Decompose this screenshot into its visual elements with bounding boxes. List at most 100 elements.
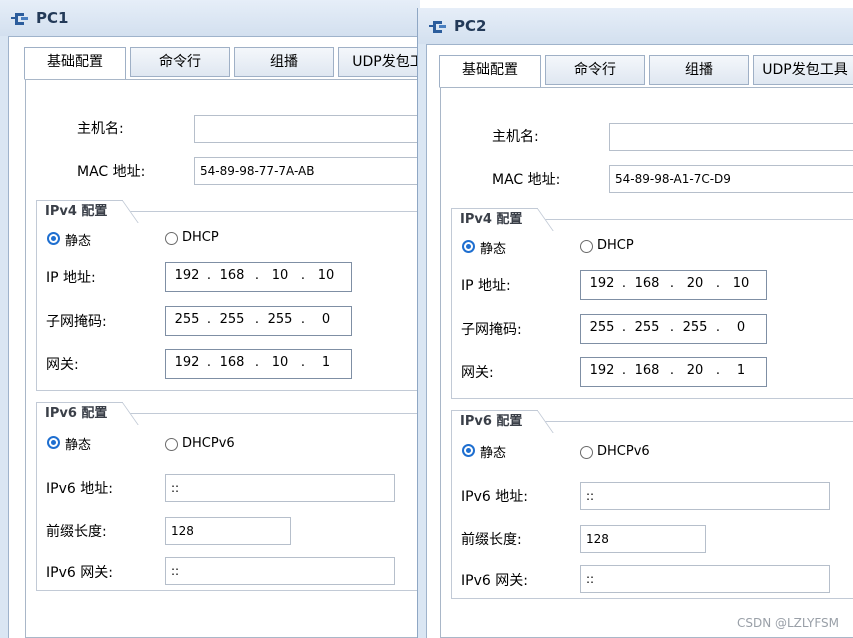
gateway-octet: 10	[271, 355, 289, 370]
ipv6-dhcpv6-label: DHCPv6	[597, 444, 650, 459]
ip-address-input[interactable]: 192. 168. 10. 10	[165, 262, 352, 292]
ipv6-gateway-label: IPv6 网关:	[461, 573, 528, 589]
ipv6-address-input[interactable]: ::	[580, 482, 830, 510]
ipv6-group-title: IPv6 配置	[451, 410, 539, 433]
gateway-input[interactable]: 192. 168. 10. 1	[165, 349, 352, 379]
mask-octet: 255	[634, 320, 660, 335]
gateway-label: 网关:	[461, 365, 494, 381]
ipv6-gateway-label: IPv6 网关:	[46, 565, 113, 581]
subnet-mask-label: 子网掩码:	[461, 322, 522, 338]
gateway-octet: 192	[174, 355, 200, 370]
gateway-octet: 1	[736, 363, 746, 378]
pc2-config-panel: 主机名: MAC 地址: 54-89-98-A1-7C-D9 IPv4 配置 静…	[440, 87, 853, 638]
ipv4-static-radio[interactable]	[462, 240, 475, 253]
ipv4-static-label: 静态	[65, 234, 92, 249]
ip-octet: 10	[732, 276, 750, 291]
mask-octet: 0	[321, 312, 331, 327]
tab-basic-config[interactable]: 基础配置	[24, 47, 126, 80]
ipv6-static-label: 静态	[480, 446, 507, 461]
mac-field[interactable]: 54-89-98-A1-7C-D9	[609, 165, 853, 193]
gateway-octet: 168	[219, 355, 245, 370]
pc2-window: PC2 基础配置 命令行 组播 UDP发包工具 主机名: MAC 地址: 54-…	[417, 8, 853, 638]
ip-octet: 192	[174, 268, 200, 283]
gateway-octet: 192	[589, 363, 615, 378]
ipv4-dhcp-radio[interactable]	[165, 232, 178, 245]
pc1-window: PC1 基础配置 命令行 组播 UDP发包工 主机名: MAC 地址: 54-8…	[0, 0, 420, 638]
ip-octet: 10	[271, 268, 289, 283]
ip-address-label: IP 地址:	[461, 278, 511, 294]
tab-command-line[interactable]: 命令行	[130, 47, 230, 77]
gateway-input[interactable]: 192. 168. 20. 1	[580, 357, 767, 387]
ipv4-dhcp-label: DHCP	[597, 238, 634, 253]
ip-octet: 10	[317, 268, 335, 283]
ipv6-gateway-input[interactable]: ::	[580, 565, 830, 593]
tab-udp-tool[interactable]: UDP发包工	[338, 47, 420, 77]
prefix-length-label: 前缀长度:	[46, 524, 107, 540]
gateway-octet: 168	[634, 363, 660, 378]
ipv6-static-label: 静态	[65, 438, 92, 453]
ipv6-gateway-input[interactable]: ::	[165, 557, 395, 585]
pc2-titlebar[interactable]: PC2	[418, 8, 853, 44]
ipv4-group-title: IPv4 配置	[451, 208, 539, 231]
ipv6-address-label: IPv6 地址:	[461, 489, 528, 505]
mask-octet: 255	[219, 312, 245, 327]
mac-field[interactable]: 54-89-98-77-7A-AB	[194, 157, 420, 185]
pc1-config-panel: 主机名: MAC 地址: 54-89-98-77-7A-AB IPv4 配置 静…	[25, 79, 420, 638]
ipv4-group-title: IPv4 配置	[36, 200, 124, 223]
network-pc-icon	[429, 21, 446, 33]
gateway-octet: 20	[686, 363, 704, 378]
window-title: PC1	[36, 9, 69, 27]
hostname-input[interactable]	[194, 115, 420, 143]
ipv6-dhcpv6-radio[interactable]	[165, 438, 178, 451]
ipv4-dhcp-label: DHCP	[182, 230, 219, 245]
mask-octet: 255	[682, 320, 708, 335]
ipv4-dhcp-radio[interactable]	[580, 240, 593, 253]
ipv6-group: IPv6 配置 静态 DHCPv6 IPv6 地址: :: 前缀长度: 128 …	[451, 410, 853, 599]
subnet-mask-input[interactable]: 255. 255. 255. 0	[580, 314, 767, 344]
ipv6-dhcpv6-radio[interactable]	[580, 446, 593, 459]
prefix-length-input[interactable]: 128	[165, 517, 291, 545]
tab-udp-tool[interactable]: UDP发包工具	[753, 55, 853, 85]
ipv6-static-radio[interactable]	[462, 444, 475, 457]
ip-octet: 168	[219, 268, 245, 283]
subnet-mask-label: 子网掩码:	[46, 314, 107, 330]
ip-octet: 168	[634, 276, 660, 291]
pc2-frame: 基础配置 命令行 组播 UDP发包工具 主机名: MAC 地址: 54-89-9…	[426, 44, 853, 638]
hostname-label: 主机名:	[492, 129, 539, 145]
pc1-titlebar[interactable]: PC1	[0, 0, 420, 36]
ipv4-static-label: 静态	[480, 242, 507, 257]
ip-address-input[interactable]: 192. 168. 20. 10	[580, 270, 767, 300]
ipv6-address-label: IPv6 地址:	[46, 481, 113, 497]
gateway-label: 网关:	[46, 357, 79, 373]
ipv6-group-title: IPv6 配置	[36, 402, 124, 425]
ip-octet: 20	[686, 276, 704, 291]
mac-label: MAC 地址:	[77, 164, 146, 180]
hostname-label: 主机名:	[77, 121, 124, 137]
mask-octet: 255	[267, 312, 293, 327]
ipv4-group: IPv4 配置 静态 DHCP IP 地址: 192. 168. 20. 10 …	[451, 208, 853, 399]
tab-multicast[interactable]: 组播	[234, 47, 334, 77]
prefix-length-input[interactable]: 128	[580, 525, 706, 553]
subnet-mask-input[interactable]: 255. 255. 255. 0	[165, 306, 352, 336]
ip-address-label: IP 地址:	[46, 270, 96, 286]
mask-octet: 255	[589, 320, 615, 335]
ipv4-group: IPv4 配置 静态 DHCP IP 地址: 192. 168. 10. 10 …	[36, 200, 420, 391]
hostname-input[interactable]	[609, 123, 853, 151]
mask-octet: 0	[736, 320, 746, 335]
gateway-octet: 1	[321, 355, 331, 370]
ipv6-group: IPv6 配置 静态 DHCPv6 IPv6 地址: :: 前缀长度: 128 …	[36, 402, 420, 591]
ip-octet: 192	[589, 276, 615, 291]
tab-multicast[interactable]: 组播	[649, 55, 749, 85]
mac-label: MAC 地址:	[492, 172, 561, 188]
pc1-frame: 基础配置 命令行 组播 UDP发包工 主机名: MAC 地址: 54-89-98…	[8, 36, 420, 638]
window-title: PC2	[454, 17, 487, 35]
ipv6-address-input[interactable]: ::	[165, 474, 395, 502]
tab-command-line[interactable]: 命令行	[545, 55, 645, 85]
mask-octet: 255	[174, 312, 200, 327]
tab-basic-config[interactable]: 基础配置	[439, 55, 541, 88]
ipv6-dhcpv6-label: DHCPv6	[182, 436, 235, 451]
ipv6-static-radio[interactable]	[47, 436, 60, 449]
ipv4-static-radio[interactable]	[47, 232, 60, 245]
network-pc-icon	[11, 13, 28, 25]
prefix-length-label: 前缀长度:	[461, 532, 522, 548]
